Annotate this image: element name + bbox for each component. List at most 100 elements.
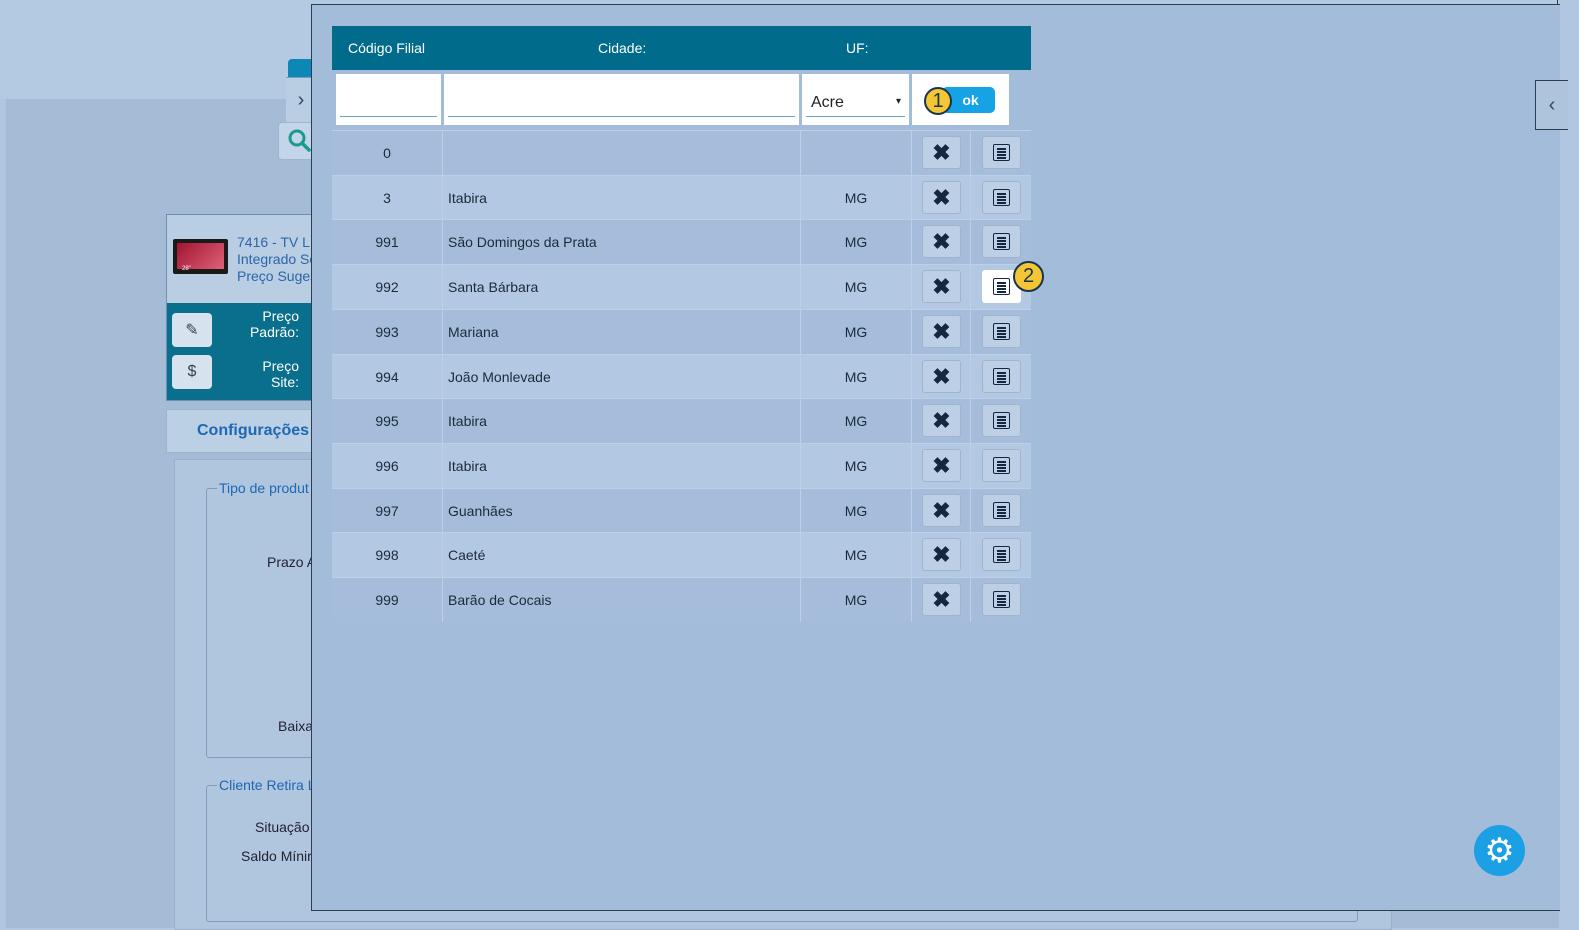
details-row-button[interactable] [982, 404, 1021, 437]
collapse-panel-button[interactable]: ‹ [1535, 80, 1568, 130]
product-prices: ✎ Preço Padrão: $ Preço Site: [167, 303, 327, 400]
details-row-button[interactable] [982, 181, 1021, 214]
table-row: 994 João Monlevade MG ✖ [332, 354, 1031, 399]
cell-cidade: Santa Bárbara [448, 279, 539, 295]
close-icon: ✖ [932, 363, 951, 389]
details-row-button[interactable] [982, 449, 1021, 482]
right-strip [1559, 0, 1579, 928]
details-row-button[interactable] [982, 583, 1021, 616]
filter-uf-select[interactable]: Acre ▾ [806, 88, 905, 118]
details-row-button[interactable] [982, 225, 1021, 258]
table-row: 996 Itabira MG ✖ [332, 443, 1031, 488]
column-divider [970, 489, 971, 533]
tab-configuracoes[interactable]: Configurações F [166, 409, 328, 453]
column-divider [970, 176, 971, 220]
column-divider [911, 533, 912, 577]
price-site-button[interactable]: $ [172, 355, 212, 389]
table-row: 993 Mariana MG ✖ [332, 309, 1031, 354]
table-row: 999 Barão de Cocais MG ✖ [332, 577, 1031, 622]
list-icon [993, 502, 1010, 519]
cell-uf: MG [844, 369, 868, 385]
list-icon [993, 457, 1010, 474]
column-divider [970, 399, 971, 443]
details-row-button[interactable] [982, 538, 1021, 571]
column-divider [442, 578, 443, 622]
product-title-line-2: Integrado So [237, 251, 318, 267]
cell-cidade: Barão de Cocais [448, 592, 552, 608]
column-divider [970, 355, 971, 399]
column-divider [442, 489, 443, 533]
column-divider [911, 399, 912, 443]
delete-row-button[interactable]: ✖ [922, 136, 961, 169]
details-row-button[interactable] [982, 136, 1021, 169]
column-divider [911, 176, 912, 220]
column-divider [442, 220, 443, 264]
delete-row-button[interactable]: ✖ [922, 225, 961, 258]
column-divider [442, 176, 443, 220]
list-icon [993, 144, 1010, 161]
settings-button[interactable]: ⚙ [1474, 825, 1525, 876]
column-divider [970, 131, 971, 175]
price-site-label: Preço Site: [262, 358, 299, 390]
delete-row-button[interactable]: ✖ [922, 583, 961, 616]
table-row: 3 Itabira MG ✖ [332, 175, 1031, 220]
delete-row-button[interactable]: ✖ [922, 315, 961, 348]
column-divider [442, 310, 443, 354]
header-uf[interactable]: UF: [846, 40, 869, 56]
details-row-button[interactable] [982, 315, 1021, 348]
chevron-right-icon: › [297, 89, 305, 111]
delete-row-button[interactable]: ✖ [922, 404, 961, 437]
delete-row-button[interactable]: ✖ [922, 494, 961, 527]
details-row-button[interactable] [982, 360, 1021, 393]
list-icon [993, 546, 1010, 563]
price-site-icon: $ [187, 363, 197, 380]
cell-cidade: Caeté [448, 547, 486, 563]
cell-uf: MG [844, 503, 868, 519]
delete-row-button[interactable]: ✖ [922, 270, 961, 303]
table-row: 995 Itabira MG ✖ [332, 398, 1031, 443]
close-icon: ✖ [932, 184, 951, 210]
list-icon [993, 591, 1010, 608]
label-saldo-minimo: Saldo Mínir [241, 848, 312, 864]
column-divider [442, 355, 443, 399]
cell-cidade: Itabira [448, 190, 487, 206]
column-divider [442, 533, 443, 577]
cell-codigo: 994 [375, 369, 399, 385]
cell-uf: MG [844, 592, 868, 608]
list-icon [993, 368, 1010, 385]
close-icon: ✖ [932, 586, 951, 612]
product-title-line-3: Preço Suges [237, 268, 318, 284]
column-divider [970, 310, 971, 354]
filter-codigo-input[interactable] [336, 74, 441, 125]
header-codigo-filial[interactable]: Código Filial [348, 40, 425, 56]
product-info: 28" 7416 - TV LI Integrado So Preço Suge… [167, 215, 327, 303]
price-padrao-button[interactable]: ✎ [172, 313, 212, 347]
filial-grid: Código Filial Cidade: UF: [332, 26, 1031, 130]
cell-uf: MG [844, 458, 868, 474]
cell-uf: MG [844, 279, 868, 295]
cell-codigo: 998 [375, 547, 399, 563]
close-icon: ✖ [932, 228, 951, 254]
cell-codigo: 992 [375, 279, 399, 295]
product-title-line-1[interactable]: 7416 - TV LI [237, 234, 314, 250]
cell-codigo: 993 [375, 324, 399, 340]
list-icon [993, 189, 1010, 206]
cell-codigo: 995 [375, 413, 399, 429]
cell-codigo: 999 [375, 592, 399, 608]
delete-row-button[interactable]: ✖ [922, 449, 961, 482]
table-row: 992 Santa Bárbara MG ✖ [332, 264, 1031, 309]
delete-row-button[interactable]: ✖ [922, 360, 961, 393]
grid-header: Código Filial Cidade: UF: [332, 26, 1031, 70]
details-row-button[interactable] [982, 494, 1021, 527]
ok-button-label: ok [962, 92, 979, 108]
cell-uf: MG [844, 190, 868, 206]
gear-icon: ⚙ [1484, 831, 1515, 870]
delete-row-button[interactable]: ✖ [922, 538, 961, 571]
cell-cidade: Guanhães [448, 503, 513, 519]
filter-cidade-input[interactable] [444, 74, 799, 125]
header-cidade[interactable]: Cidade: [598, 40, 646, 56]
tab-configuracoes-label: Configurações F [197, 422, 324, 439]
column-divider [442, 131, 443, 175]
cell-uf: MG [844, 234, 868, 250]
delete-row-button[interactable]: ✖ [922, 181, 961, 214]
